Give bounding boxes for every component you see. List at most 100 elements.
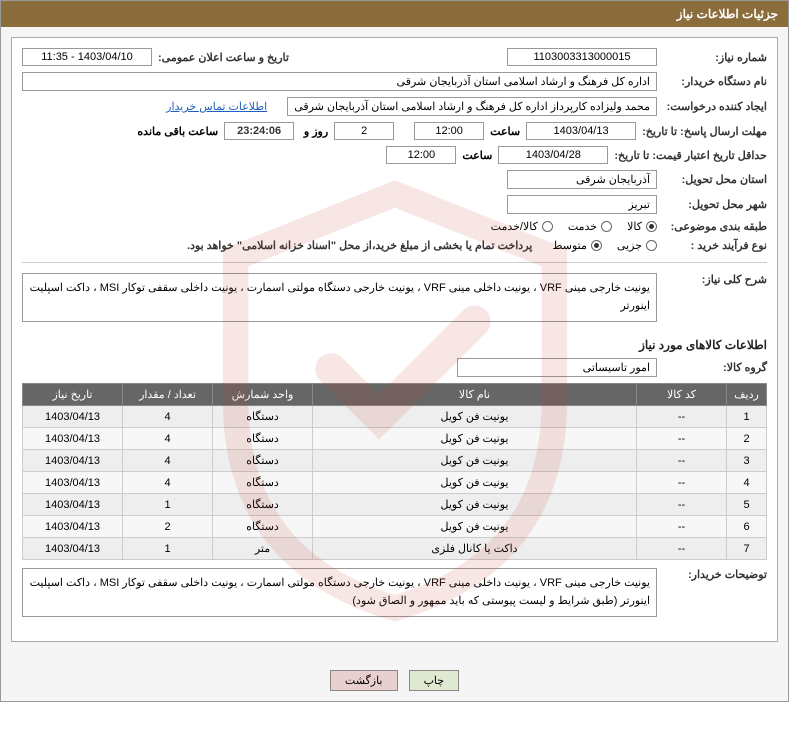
details-panel: شماره نیاز: 1103003313000015 تاریخ و ساع… xyxy=(11,37,778,642)
cell-row: 3 xyxy=(727,450,767,472)
radio-icon xyxy=(646,240,657,251)
cell-qty: 1 xyxy=(123,494,213,516)
radio-service[interactable]: خدمت xyxy=(568,220,612,233)
payment-note: پرداخت تمام یا بخشی از مبلغ خرید،از محل … xyxy=(187,239,532,252)
days-label: روز و xyxy=(294,125,334,138)
announce-value: 1403/04/10 - 11:35 xyxy=(22,48,152,66)
th-qty: تعداد / مقدار xyxy=(123,384,213,406)
countdown-value: 23:24:06 xyxy=(224,122,294,140)
radio-small[interactable]: جزیی xyxy=(617,239,657,252)
cell-qty: 4 xyxy=(123,472,213,494)
cell-row: 7 xyxy=(727,538,767,560)
th-code: کد کالا xyxy=(637,384,727,406)
cell-date: 1403/04/13 xyxy=(23,406,123,428)
cell-unit: دستگاه xyxy=(213,494,313,516)
remaining-label: ساعت باقی مانده xyxy=(131,125,224,138)
back-button[interactable]: بازگشت xyxy=(330,670,398,691)
summary-text: یونیت خارجی مینی VRF ، یونیت داخلی مینی … xyxy=(22,273,657,322)
cell-date: 1403/04/13 xyxy=(23,516,123,538)
cell-row: 5 xyxy=(727,494,767,516)
cell-row: 1 xyxy=(727,406,767,428)
deadline-date: 1403/04/13 xyxy=(526,122,636,140)
cell-code: -- xyxy=(637,450,727,472)
days-value: 2 xyxy=(334,122,394,140)
requester-label: ایجاد کننده درخواست: xyxy=(657,100,767,113)
cell-row: 4 xyxy=(727,472,767,494)
deadline-label: مهلت ارسال پاسخ: تا تاریخ: xyxy=(636,125,767,138)
cell-name: یونیت فن کویل xyxy=(313,406,637,428)
process-label: نوع فرآیند خرید : xyxy=(657,239,767,252)
time-label-2: ساعت xyxy=(456,149,498,162)
cell-code: -- xyxy=(637,494,727,516)
validity-label: حداقل تاریخ اعتبار قیمت: تا تاریخ: xyxy=(608,149,767,162)
province-label: استان محل تحویل: xyxy=(657,173,767,186)
cell-code: -- xyxy=(637,538,727,560)
city-value: تبریز xyxy=(507,195,657,214)
validity-date: 1403/04/28 xyxy=(498,146,608,164)
page-title: جزئیات اطلاعات نیاز xyxy=(1,1,788,27)
deadline-time: 12:00 xyxy=(414,122,484,140)
buyer-org-label: نام دستگاه خریدار: xyxy=(657,75,767,88)
table-row: 7--داکت یا کانال فلزیمتر11403/04/13 xyxy=(23,538,767,560)
group-label: گروه کالا: xyxy=(657,361,767,374)
radio-icon xyxy=(542,221,553,232)
cell-unit: دستگاه xyxy=(213,472,313,494)
goods-section-title: اطلاعات کالاهای مورد نیاز xyxy=(22,338,767,352)
cell-row: 2 xyxy=(727,428,767,450)
validity-time: 12:00 xyxy=(386,146,456,164)
cell-date: 1403/04/13 xyxy=(23,450,123,472)
cell-code: -- xyxy=(637,516,727,538)
th-date: تاریخ نیاز xyxy=(23,384,123,406)
category-label: طبقه بندی موضوعی: xyxy=(657,220,767,233)
contact-link[interactable]: اطلاعات تماس خریدار xyxy=(166,100,267,113)
process-radio-group: جزیی متوسط xyxy=(552,239,657,252)
cell-date: 1403/04/13 xyxy=(23,538,123,560)
main-container: جزئیات اطلاعات نیاز شماره نیاز: 11030033… xyxy=(0,0,789,702)
category-radio-group: کالا خدمت کالا/خدمت xyxy=(491,220,657,233)
cell-qty: 4 xyxy=(123,450,213,472)
buyer-notes-text: یونیت خارجی مینی VRF ، یونیت داخلی مینی … xyxy=(22,568,657,617)
cell-name: یونیت فن کویل xyxy=(313,472,637,494)
radio-both[interactable]: کالا/خدمت xyxy=(491,220,553,233)
table-row: 2--یونیت فن کویلدستگاه41403/04/13 xyxy=(23,428,767,450)
radio-icon xyxy=(601,221,612,232)
group-value: امور تاسیساتی xyxy=(457,358,657,377)
cell-unit: دستگاه xyxy=(213,516,313,538)
cell-name: یونیت فن کویل xyxy=(313,428,637,450)
th-name: نام کالا xyxy=(313,384,637,406)
table-row: 5--یونیت فن کویلدستگاه11403/04/13 xyxy=(23,494,767,516)
cell-code: -- xyxy=(637,406,727,428)
province-value: آذربایجان شرقی xyxy=(507,170,657,189)
cell-name: داکت یا کانال فلزی xyxy=(313,538,637,560)
cell-qty: 1 xyxy=(123,538,213,560)
th-row: ردیف xyxy=(727,384,767,406)
cell-date: 1403/04/13 xyxy=(23,428,123,450)
cell-row: 6 xyxy=(727,516,767,538)
cell-unit: متر xyxy=(213,538,313,560)
cell-name: یونیت فن کویل xyxy=(313,450,637,472)
table-row: 3--یونیت فن کویلدستگاه41403/04/13 xyxy=(23,450,767,472)
radio-icon xyxy=(646,221,657,232)
cell-qty: 4 xyxy=(123,428,213,450)
announce-label: تاریخ و ساعت اعلان عمومی: xyxy=(152,51,289,64)
cell-unit: دستگاه xyxy=(213,406,313,428)
th-unit: واحد شمارش xyxy=(213,384,313,406)
radio-medium[interactable]: متوسط xyxy=(552,239,602,252)
print-button[interactable]: چاپ xyxy=(409,670,460,691)
cell-date: 1403/04/13 xyxy=(23,494,123,516)
cell-code: -- xyxy=(637,428,727,450)
button-row: چاپ بازگشت xyxy=(1,660,788,701)
table-row: 6--یونیت فن کویلدستگاه21403/04/13 xyxy=(23,516,767,538)
buyer-org-value: اداره کل فرهنگ و ارشاد اسلامی استان آذرب… xyxy=(22,72,657,91)
radio-goods[interactable]: کالا xyxy=(627,220,657,233)
cell-name: یونیت فن کویل xyxy=(313,516,637,538)
goods-table: ردیف کد کالا نام کالا واحد شمارش تعداد /… xyxy=(22,383,767,560)
need-number-label: شماره نیاز: xyxy=(657,51,767,64)
cell-unit: دستگاه xyxy=(213,428,313,450)
table-row: 4--یونیت فن کویلدستگاه41403/04/13 xyxy=(23,472,767,494)
cell-qty: 2 xyxy=(123,516,213,538)
cell-date: 1403/04/13 xyxy=(23,472,123,494)
content-area: شماره نیاز: 1103003313000015 تاریخ و ساع… xyxy=(1,27,788,660)
cell-unit: دستگاه xyxy=(213,450,313,472)
city-label: شهر محل تحویل: xyxy=(657,198,767,211)
